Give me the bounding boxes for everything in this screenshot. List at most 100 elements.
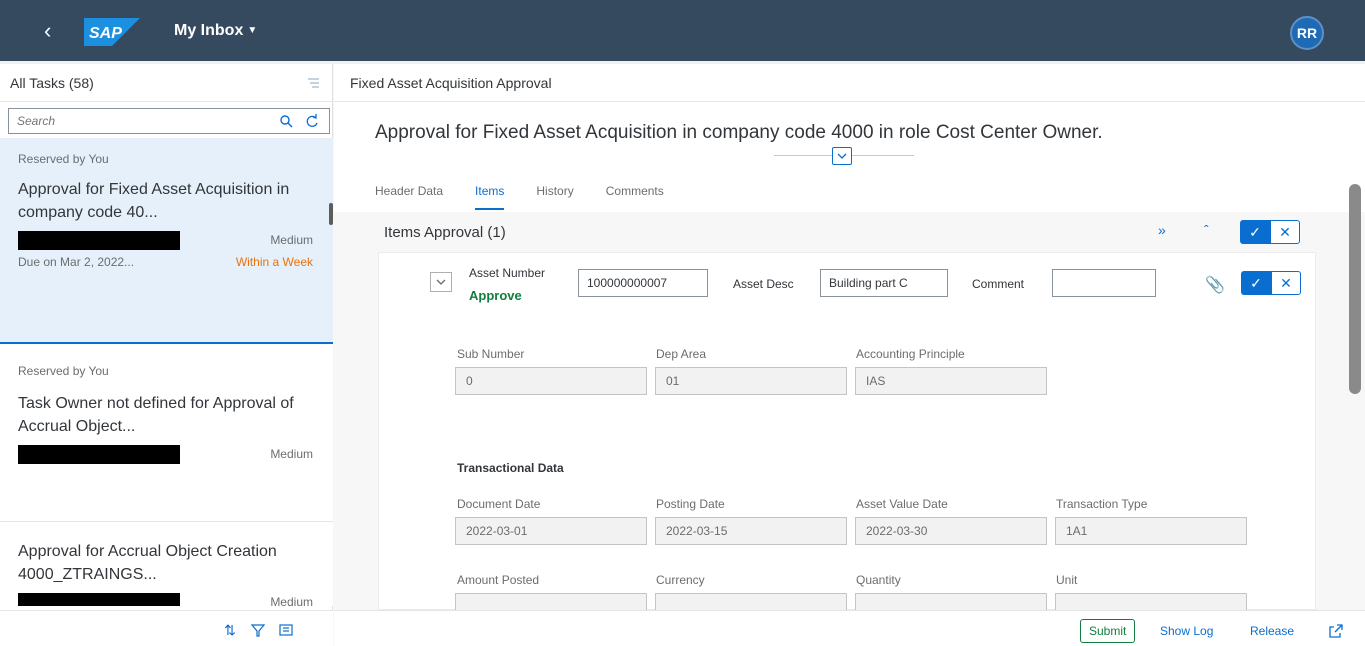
asset-number-field[interactable]: 100000000007 [578,269,708,297]
currency-field [655,593,847,611]
user-avatar[interactable]: RR [1290,16,1324,50]
priority-label: Medium [270,233,313,247]
sort-icon[interactable]: ⇅ [222,622,238,638]
asset-value-date-field: 2022-03-30 [855,517,1047,545]
collapse-all-icon[interactable]: ˆ [1204,222,1220,238]
sub-number-label: Sub Number [457,347,525,361]
task-title: Approval for Fixed Asset Acquisition in … [18,181,290,221]
reserved-label: Reserved by You [18,364,109,378]
document-date-field: 2022-03-01 [455,517,647,545]
due-status: Within a Week [235,255,313,269]
filter-icon[interactable] [250,622,266,638]
unit-field [1055,593,1247,611]
sap-logo: SAP [84,18,140,46]
show-log-button[interactable]: Show Log [1160,619,1213,643]
sub-number-field: 0 [455,367,647,395]
svg-text:SAP: SAP [89,25,122,42]
task-meta-row: Medium [18,230,313,250]
transaction-type-field: 1A1 [1055,517,1247,545]
collapse-header-button[interactable] [832,147,852,165]
task-list-header: All Tasks (58) [0,64,332,102]
task-list-panel: All Tasks (58) Reserved by You Approval … [0,64,333,646]
tab-bar: Header Data Items History Comments [375,184,696,210]
posting-date-field: 2022-03-15 [655,517,847,545]
priority-label: Medium [270,595,313,606]
asset-desc-label: Asset Desc [733,277,794,291]
approve-all-button[interactable]: ✓ [1240,220,1270,244]
expand-all-icon[interactable]: » [1158,222,1174,238]
task-detail-panel: Fixed Asset Acquisition Approval Approva… [334,64,1365,646]
tab-items[interactable]: Items [475,184,505,210]
chevron-down-icon [436,279,446,285]
submit-button[interactable]: Submit [1080,619,1136,643]
task-list-item[interactable]: Approval for Accrual Object Creation 400… [0,522,333,606]
app-title: My Inbox [174,22,244,39]
task-due-row: Due on Mar 2, 2022... Within a Week [18,252,313,272]
sort-list-icon[interactable] [306,76,320,90]
document-date-label: Document Date [457,497,541,511]
task-count-title: All Tasks (58) [10,74,94,91]
detail-scrollbar[interactable] [1349,184,1361,394]
redacted-bar [18,592,180,606]
redacted-bar [18,444,180,464]
items-approval-section: Items Approval (1) » ˆ ✓ ✕ Asset Number … [334,184,1365,646]
asset-number-label: Asset Number [469,266,546,280]
posting-date-label: Posting Date [656,497,725,511]
refresh-icon[interactable] [305,113,319,129]
open-external-icon[interactable] [1328,623,1344,639]
expand-item-button[interactable] [430,272,452,292]
item-status: Approve [469,288,522,303]
accounting-principle-field: IAS [855,367,1047,395]
object-title: Approval for Fixed Asset Acquisition in … [375,122,1103,143]
release-button[interactable]: Release [1250,619,1294,643]
comment-label: Comment [972,277,1025,291]
amount-posted-label: Amount Posted [457,573,540,587]
approve-item-button[interactable]: ✓ [1241,271,1271,295]
task-list: Reserved by You Approval for Fixed Asset… [0,138,333,606]
reject-all-button[interactable]: ✕ [1270,220,1300,244]
redacted-bar [18,230,180,250]
tab-history[interactable]: History [536,184,573,210]
tab-comments[interactable]: Comments [606,184,664,210]
task-list-item[interactable]: Reserved by You Approval for Fixed Asset… [0,138,333,344]
reject-item-button[interactable]: ✕ [1271,271,1301,295]
asset-desc-field[interactable]: Building part C [820,269,948,297]
list-scrollbar[interactable] [329,203,333,225]
transaction-type-label: Transaction Type [1056,497,1148,511]
transactional-data-heading: Transactional Data [457,461,564,475]
tab-header-data[interactable]: Header Data [375,184,443,210]
item-card: Asset Number Approve 100000000007 Asset … [378,252,1316,611]
search-input[interactable] [9,109,259,133]
shell-bar: ‹ SAP My Inbox ▼ RR [0,0,1365,64]
chevron-down-icon [837,153,847,159]
due-date: Due on Mar 2, 2022... [18,255,135,269]
currency-label: Currency [656,573,705,587]
caret-down-icon: ▼ [247,25,258,37]
dep-area-field: 01 [655,367,847,395]
detail-footer: Submit Show Log Release [334,610,1365,646]
task-meta-row: Medium [18,592,313,606]
group-icon[interactable] [278,622,294,638]
search-icon[interactable] [279,114,293,128]
attachment-icon[interactable]: 📎 [1205,275,1225,294]
section-title: Items Approval (1) [384,224,506,241]
task-title: Approval for Accrual Object Creation 400… [18,543,277,583]
task-list-footer: ⇅ [0,610,333,646]
quantity-field [855,593,1047,611]
task-list-item[interactable]: Reserved by You Task Owner not defined f… [0,344,333,522]
asset-value-date-label: Asset Value Date [856,497,948,511]
object-header: Approval for Fixed Asset Acquisition in … [334,102,1365,212]
amount-posted-field [455,593,647,611]
unit-label: Unit [1056,573,1078,587]
task-meta-row: Medium [18,444,313,464]
app-title-menu[interactable]: My Inbox ▼ [174,22,257,40]
detail-header-title: Fixed Asset Acquisition Approval [350,74,552,91]
dep-area-label: Dep Area [656,347,707,361]
priority-label: Medium [270,447,313,461]
search-field[interactable] [8,108,330,134]
reserved-label: Reserved by You [18,152,109,166]
comment-field[interactable] [1052,269,1156,297]
back-icon[interactable]: ‹ [44,20,51,42]
task-title: Task Owner not defined for Approval of A… [18,395,294,435]
quantity-label: Quantity [856,573,901,587]
